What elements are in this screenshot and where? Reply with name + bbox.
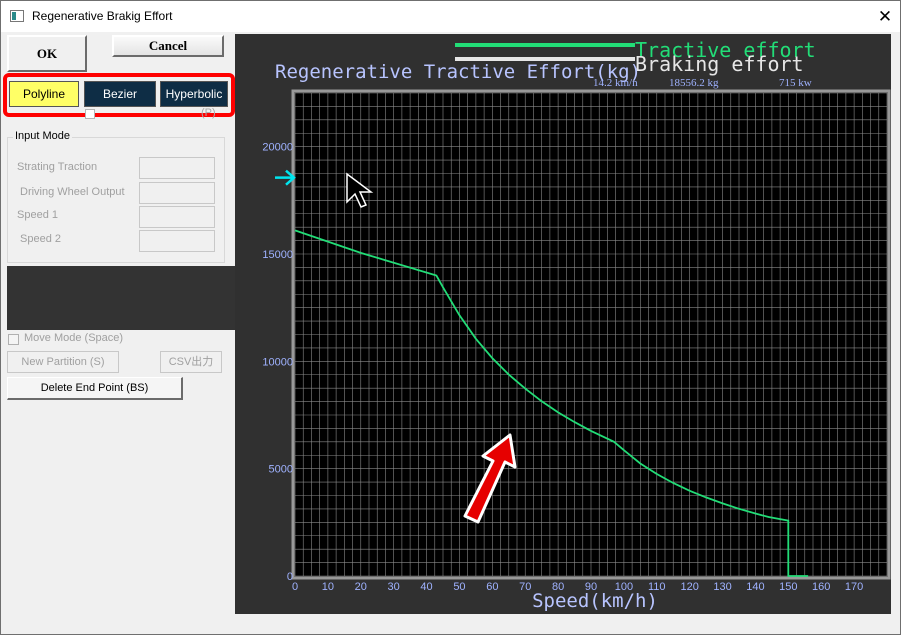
y-tick-label: 20000 <box>262 142 293 154</box>
x-tick-label: 40 <box>420 581 432 593</box>
x-tick-label: 30 <box>388 581 400 593</box>
x-tick-label: 120 <box>680 581 698 593</box>
speed-readout: 14.2 km/n <box>593 77 638 89</box>
dialog-window: Regenerative Brakig Effort ✕ OK Cancel P… <box>0 0 901 635</box>
value-marker-arrow <box>275 169 296 186</box>
legend-swatch <box>455 43 635 47</box>
title-bar: Regenerative Brakig Effort ✕ <box>1 1 900 32</box>
move-mode-label: Move Mode (Space) <box>24 332 124 344</box>
cancel-button[interactable]: Cancel <box>112 35 224 57</box>
speed-1-input[interactable] <box>139 206 215 228</box>
speed-2-input[interactable] <box>139 230 215 252</box>
x-tick-label: 160 <box>812 581 830 593</box>
preview-panel <box>7 266 235 330</box>
y-tick-label: 15000 <box>262 249 293 261</box>
x-tick-label: 150 <box>779 581 797 593</box>
x-tick-label: 130 <box>713 581 731 593</box>
delete-end-point-button[interactable]: Delete End Point (BS) <box>7 377 183 400</box>
legend-label: Braking effort <box>635 52 804 76</box>
csv-export-button[interactable]: CSV出力 <box>160 351 222 373</box>
speed-2-label: Speed 2 <box>20 233 61 245</box>
chart-title: Regenerative Tractive Effort(kg) <box>275 61 641 83</box>
x-tick-label: 60 <box>486 581 498 593</box>
app-icon <box>10 10 24 22</box>
move-mode-checkbox[interactable] <box>8 334 19 345</box>
new-partition-button[interactable]: New Partition (S) <box>7 351 119 373</box>
x-axis-label: Speed(km/h) <box>532 590 658 612</box>
starting-traction-input[interactable] <box>139 157 215 179</box>
y-tick-label: 10000 <box>262 356 293 368</box>
power-readout: 715 kw <box>779 77 812 89</box>
x-tick-label: 170 <box>845 581 863 593</box>
x-tick-label: 140 <box>746 581 764 593</box>
close-button[interactable]: ✕ <box>870 1 900 32</box>
partially-hidden-checkbox-label: (P) <box>201 107 216 119</box>
starting-traction-label: Strating Traction <box>17 161 98 173</box>
input-mode-legend: Input Mode <box>13 130 73 142</box>
x-tick-label: 10 <box>322 581 334 593</box>
driving-wheel-output-input[interactable] <box>139 182 215 204</box>
force-readout: 18556.2 kg <box>669 77 719 89</box>
partially-hidden-checkbox[interactable] <box>85 109 95 119</box>
y-tick-label: 5000 <box>269 464 293 476</box>
window-title: Regenerative Brakig Effort <box>32 9 173 23</box>
speed-1-label: Speed 1 <box>17 209 58 221</box>
driving-wheel-output-label: Driving Wheel Output <box>20 186 125 198</box>
x-tick-label: 70 <box>519 581 531 593</box>
x-tick-label: 50 <box>453 581 465 593</box>
chart-area[interactable]: Tractive effort Braking effort Regenerati… <box>235 34 891 614</box>
ok-button[interactable]: OK <box>7 35 87 72</box>
effort-chart[interactable]: Tractive effortBraking effort Regenerati… <box>235 34 891 614</box>
y-tick-label: 0 <box>287 571 293 583</box>
x-tick-label: 20 <box>355 581 367 593</box>
